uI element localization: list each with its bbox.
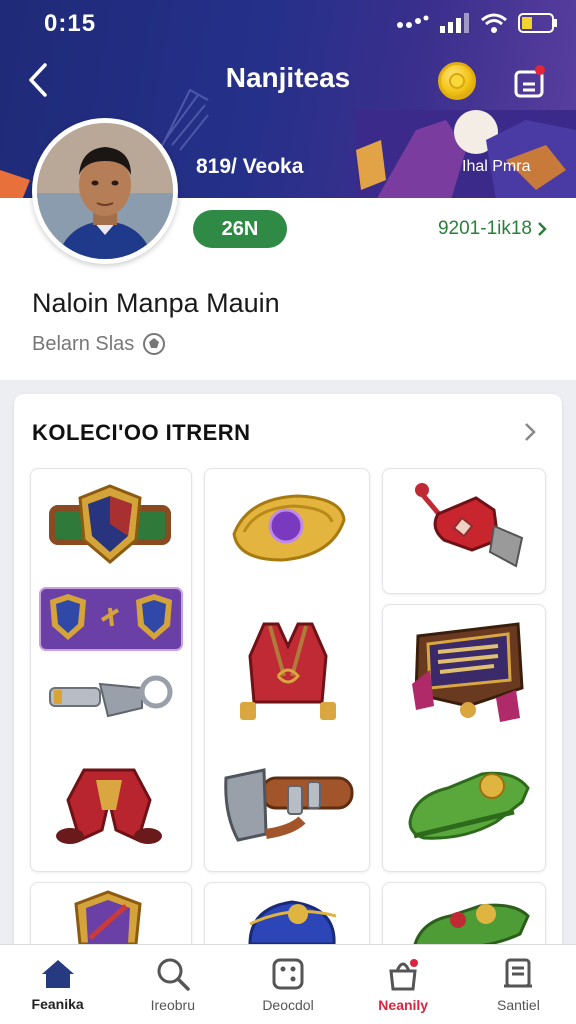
shield-belt-item[interactable] xyxy=(48,480,172,570)
nav-label: Santiel xyxy=(497,996,540,1013)
search-icon xyxy=(157,958,190,991)
home-icon xyxy=(41,959,74,988)
dots-icon xyxy=(397,15,429,28)
wifi-icon xyxy=(481,13,507,33)
battery-icon xyxy=(518,13,557,33)
status-time: 0:15 xyxy=(44,10,97,37)
user-subtitle: Belarn Slas xyxy=(32,332,166,356)
banner-corner-art xyxy=(0,170,30,200)
signal-icon xyxy=(440,13,469,33)
trophy-plaque-item[interactable] xyxy=(406,614,530,726)
leather-wristband-item[interactable] xyxy=(222,760,356,846)
collection-card: KOLECI'OO ITRERN xyxy=(14,394,562,954)
whistle-item[interactable] xyxy=(46,670,176,726)
user-subtitle-text: Belarn Slas xyxy=(32,332,135,355)
chevron-right-icon xyxy=(538,222,547,236)
nav-label: Feanika xyxy=(31,995,84,1012)
nav-item-home[interactable]: Feanika xyxy=(0,945,115,1024)
avatar[interactable] xyxy=(32,118,178,264)
purple-gem-brooch-item[interactable] xyxy=(228,490,350,566)
avatar-photo xyxy=(37,123,173,259)
coin-button[interactable] xyxy=(438,62,476,100)
points-link[interactable]: 9201-1ik18 xyxy=(438,218,548,240)
green-cleat-item[interactable] xyxy=(404,766,534,846)
chevron-right-icon xyxy=(525,423,536,441)
level-badge: 26N xyxy=(193,210,287,248)
profile-screen: 0:15 Nanjiteas 819/ Veoka Ihal Pmra 26N … xyxy=(0,0,576,1024)
user-name: Naloin Manpa Mauin xyxy=(32,288,280,318)
collection-title: KOLECI'OO ITRERN xyxy=(32,420,251,445)
nav-label: Neanily xyxy=(378,996,429,1013)
nav-label: Ireobru xyxy=(150,996,195,1013)
collection-more-button[interactable] xyxy=(518,418,542,446)
list-icon xyxy=(504,958,533,987)
nav-item-search[interactable]: Ireobru xyxy=(115,945,230,1024)
red-jersey-vest-item[interactable] xyxy=(234,616,342,726)
status-bar: 0:15 xyxy=(0,0,576,46)
red-glove-item[interactable] xyxy=(410,480,524,576)
dice-icon xyxy=(272,958,304,989)
green-shoe-item-partial[interactable] xyxy=(410,898,532,948)
bottom-nav: Feanika Ireobru Deocdol Neanily Santiel xyxy=(0,944,576,1024)
page-title: Nanjiteas xyxy=(225,62,351,93)
shield-badge-bar-item[interactable] xyxy=(38,586,184,652)
nav-label: Deocdol xyxy=(262,996,314,1013)
banner-player-art xyxy=(356,110,576,200)
soccer-ball-icon xyxy=(143,333,166,355)
bag-icon xyxy=(389,958,419,990)
red-shoulder-pads-item[interactable] xyxy=(54,760,164,850)
notification-button[interactable] xyxy=(512,64,548,100)
blue-cap-item[interactable] xyxy=(240,894,344,944)
header-stat-left: 819/ Veoka xyxy=(196,155,304,178)
status-icons xyxy=(396,12,558,34)
nav-item-bag[interactable]: Neanily xyxy=(346,945,461,1024)
shield-item-partial[interactable] xyxy=(68,888,148,944)
nav-item-list[interactable]: Santiel xyxy=(461,945,576,1024)
header-stat-right: Ihal Pmra xyxy=(462,158,531,175)
points-value: 9201-1ik18 xyxy=(437,218,532,239)
nav-item-dice[interactable]: Deocdol xyxy=(230,945,345,1024)
notification-icon xyxy=(514,65,545,98)
